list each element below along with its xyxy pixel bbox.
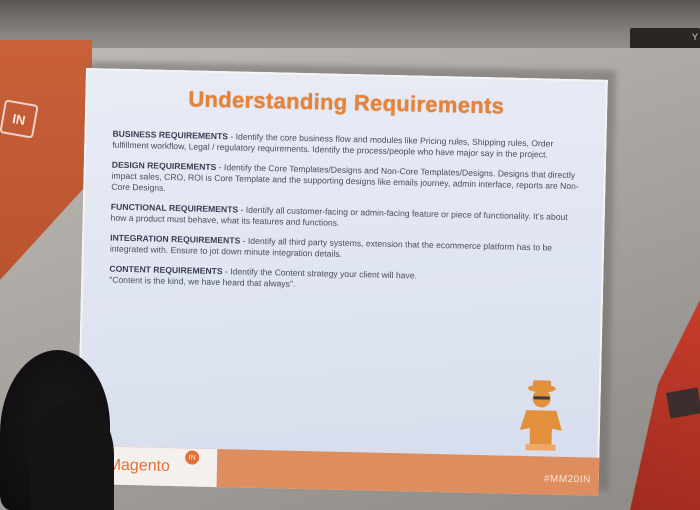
- section-functional: FUNCTIONAL REQUIREMENTS - Identify all c…: [110, 202, 580, 235]
- corner-text: Y: [691, 32, 698, 42]
- brand-badge: IN: [185, 450, 200, 465]
- section-business: BUSINESS REQUIREMENTS - Identify the cor…: [112, 129, 582, 162]
- section-content: CONTENT REQUIREMENTS - Identify the Cont…: [109, 264, 579, 297]
- section-integration: INTEGRATION REQUIREMENTS - Identify all …: [110, 233, 580, 266]
- slide-body: BUSINESS REQUIREMENTS - Identify the cor…: [109, 129, 583, 306]
- section-design: DESIGN REQUIREMENTS - Identify the Core …: [111, 160, 582, 204]
- right-object: [665, 387, 700, 419]
- projector-screen: Understanding Requirements BUSINESS REQU…: [76, 68, 608, 496]
- mascot-illustration-icon: [519, 380, 562, 451]
- slide-title: Understanding Requirements: [188, 86, 505, 119]
- audience-head-2: [30, 400, 114, 510]
- banner-logo-icon: IN: [0, 99, 39, 139]
- footer-hashtag: #MM20IN: [543, 473, 591, 486]
